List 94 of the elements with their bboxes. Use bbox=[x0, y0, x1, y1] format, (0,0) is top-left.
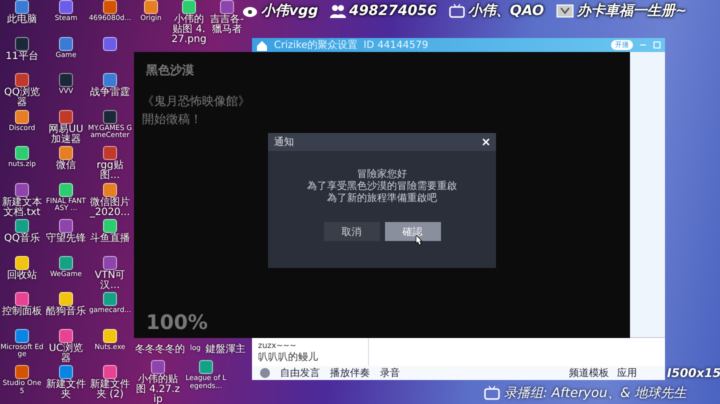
app-icon[interactable] bbox=[15, 0, 29, 14]
app-icon[interactable] bbox=[15, 365, 29, 379]
shortcut-label: 酷狗音乐 bbox=[45, 307, 87, 317]
app-icon[interactable] bbox=[15, 219, 29, 233]
app-icon[interactable] bbox=[59, 219, 73, 233]
screen-icon bbox=[556, 4, 574, 18]
app-icon[interactable] bbox=[15, 110, 29, 124]
app-icon[interactable] bbox=[59, 292, 73, 306]
app-icon[interactable] bbox=[103, 292, 117, 306]
avatar-icon[interactable] bbox=[260, 368, 270, 378]
app-icon[interactable] bbox=[103, 0, 117, 14]
shortcut-label: 冬冬冬冬的 bbox=[135, 345, 185, 355]
progress-percent: 100% bbox=[146, 310, 208, 334]
headline: 《鬼月恐怖映像館》 bbox=[142, 93, 250, 110]
toolbar-button[interactable]: 应用 bbox=[617, 366, 637, 380]
overlay-text: I500x15 bbox=[667, 366, 720, 380]
dialog-message: 為了新的旅程準備重啟吧 bbox=[327, 193, 437, 204]
app-icon[interactable] bbox=[15, 146, 29, 160]
app-icon[interactable] bbox=[103, 219, 117, 233]
app-icon[interactable] bbox=[59, 146, 73, 160]
shortcut-label: 控制面板 bbox=[1, 307, 43, 317]
overlay-text: 498274056 bbox=[349, 3, 437, 19]
app-icon[interactable] bbox=[59, 182, 73, 196]
shortcut-label: 11平台 bbox=[4, 52, 40, 62]
shortcut-label: 鍵盤渾主 bbox=[206, 345, 246, 355]
app-icon[interactable] bbox=[15, 182, 29, 196]
app-icon[interactable] bbox=[103, 110, 117, 124]
app-icon[interactable] bbox=[103, 36, 117, 50]
shortcut-label: 守望先锋 bbox=[45, 234, 87, 244]
overlay-text: 办卡車福一生册~ bbox=[577, 2, 687, 20]
toolbar-button[interactable]: 自由发言 bbox=[280, 366, 320, 380]
headline: 開始徵稿！ bbox=[142, 111, 203, 128]
game-logo: 黑色沙漠 bbox=[146, 62, 194, 79]
shortcut-label: 新建文件夹 (2) bbox=[89, 380, 131, 400]
app-icon[interactable] bbox=[15, 328, 29, 342]
shortcut-label: 吉吉各-獵马者 bbox=[209, 15, 245, 35]
app-icon[interactable] bbox=[199, 360, 213, 374]
app-icon[interactable] bbox=[103, 73, 117, 87]
app-icon[interactable] bbox=[59, 110, 73, 124]
overlay-text: 小伟、QAO bbox=[468, 2, 544, 20]
shortcut-label: 新建文件夹 bbox=[45, 380, 87, 400]
app-icon[interactable] bbox=[15, 36, 29, 50]
app-icon[interactable] bbox=[15, 73, 29, 87]
dialog-button[interactable]: 取消 bbox=[324, 222, 380, 241]
app-icon[interactable] bbox=[59, 256, 73, 270]
shortcut-label: VTN可汉... bbox=[94, 270, 126, 290]
shortcut-label: 微信图片_2020... bbox=[89, 198, 131, 218]
app-icon[interactable] bbox=[103, 256, 117, 270]
app-icon[interactable] bbox=[103, 146, 117, 160]
app-icon[interactable] bbox=[59, 73, 73, 87]
app-icon[interactable] bbox=[15, 292, 29, 306]
people-icon bbox=[330, 4, 346, 18]
chat-member[interactable]: 叭叭叭的鳗儿 bbox=[258, 352, 368, 364]
app-icon[interactable] bbox=[59, 365, 73, 379]
app-icon[interactable] bbox=[59, 0, 73, 14]
cursor-icon bbox=[414, 235, 422, 246]
shortcut-label: 此电脑 bbox=[6, 15, 38, 25]
shortcut-label: 战争雷霆 bbox=[89, 88, 131, 98]
toolbar-button[interactable]: 频道模板 bbox=[569, 366, 609, 380]
app-icon[interactable] bbox=[103, 328, 117, 342]
app-icon[interactable] bbox=[182, 0, 196, 14]
shortcut-label: 小伟的贴图 4.27.zip bbox=[136, 375, 180, 404]
app-icon[interactable] bbox=[144, 0, 158, 14]
shortcut-label: 新建文本文档.txt bbox=[1, 198, 43, 218]
toolbar-button[interactable]: 录音 bbox=[380, 366, 400, 380]
shortcut-label: QQ音乐 bbox=[3, 234, 41, 244]
shortcut-label: 微信 bbox=[55, 161, 77, 171]
app-icon[interactable] bbox=[59, 328, 73, 342]
app-icon[interactable] bbox=[103, 365, 117, 379]
shortcut-label: 网易UU加速器 bbox=[48, 124, 84, 144]
dialog-title: 通知 bbox=[274, 136, 294, 149]
shortcut-label: QQ浏览器 bbox=[3, 88, 41, 108]
channel-id: ID 44144579 bbox=[364, 40, 428, 50]
dialog-message: 冒險家您好 bbox=[357, 169, 407, 180]
app-icon[interactable] bbox=[59, 36, 73, 50]
tv-icon bbox=[448, 4, 465, 18]
shortcut-label: 小伟的贴图 4.27.png bbox=[170, 15, 208, 45]
app-icon[interactable] bbox=[220, 0, 234, 14]
dialog-message: 為了享受黑色沙漠的冒險需要重啟 bbox=[307, 181, 457, 192]
shortcut-label: UC浏览器 bbox=[48, 344, 84, 364]
close-icon[interactable] bbox=[482, 138, 490, 146]
tv-icon bbox=[484, 386, 500, 400]
shortcut-label: 斗鱼直播 bbox=[89, 234, 131, 244]
app-icon[interactable] bbox=[15, 256, 29, 270]
app-icon[interactable] bbox=[151, 360, 165, 374]
window-title: Crizike的聚众设置 bbox=[274, 38, 358, 52]
toolbar-button[interactable]: 播放伴奏 bbox=[330, 366, 370, 380]
overlay-text: 小伟vgg bbox=[261, 2, 318, 20]
chat-member[interactable]: zuzx~~~ bbox=[258, 340, 368, 352]
app-icon[interactable] bbox=[103, 182, 117, 196]
overlay-credits: 录播组: Afteryou、& 地球先生 bbox=[504, 385, 687, 402]
shortcut-label: rgg贴图... bbox=[96, 161, 124, 181]
shortcut-label: 回收站 bbox=[6, 270, 38, 280]
eye-logo-icon bbox=[242, 4, 258, 18]
